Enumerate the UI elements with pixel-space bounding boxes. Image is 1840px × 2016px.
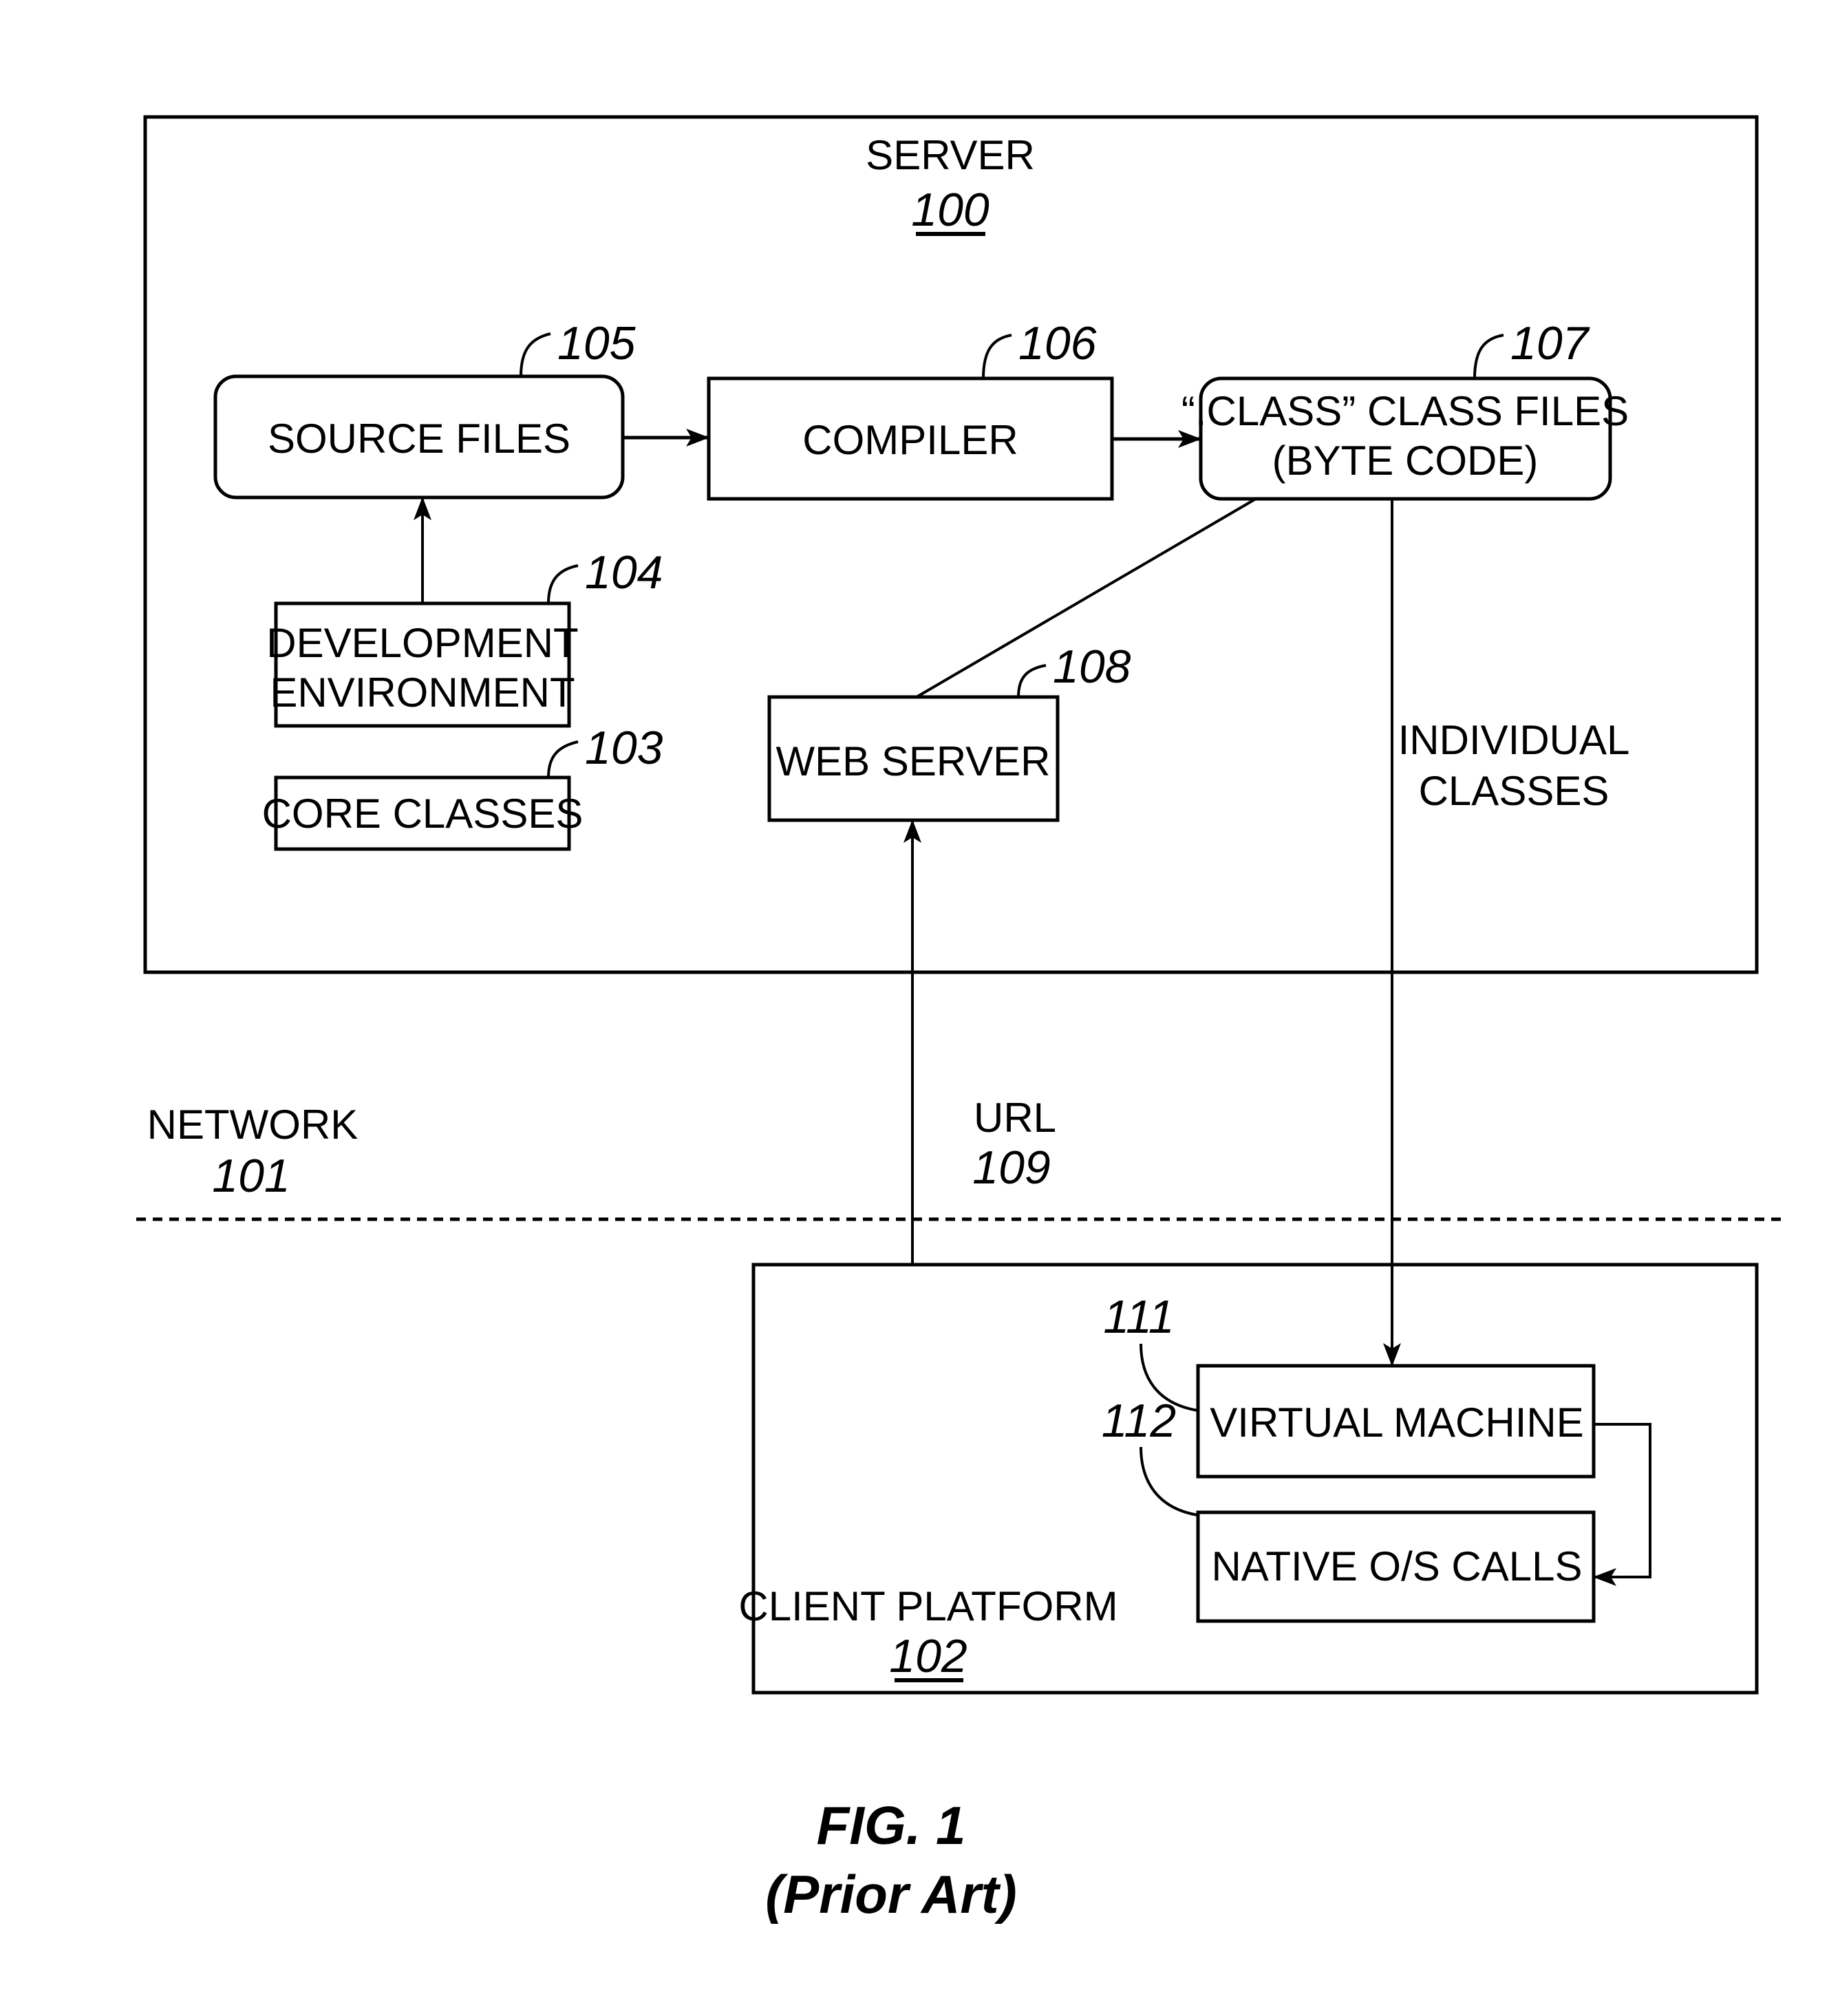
server-title: SERVER xyxy=(866,132,1035,178)
core-classes-leader xyxy=(547,740,579,778)
web-server-ref: 108 xyxy=(1053,641,1131,693)
client-platform-container: CLIENT PLATFORM 102 xyxy=(738,1263,1759,1695)
network-label: NETWORK xyxy=(147,1102,359,1148)
compiler-ref: 106 xyxy=(1018,317,1097,369)
class-files-leader xyxy=(1473,334,1504,379)
figure-subcaption: (Prior Art) xyxy=(765,1864,1016,1924)
class-files-label-line2: (BYTE CODE) xyxy=(1272,438,1539,484)
development-environment-line2: ENVIRONMENT xyxy=(270,669,575,716)
server-ref: 100 xyxy=(911,184,989,236)
virtual-machine-ref: 111 xyxy=(1103,1291,1174,1343)
client-platform-ref: 102 xyxy=(889,1630,967,1682)
development-environment-line1: DEVELOPMENT xyxy=(266,620,578,666)
source-files-block: SOURCE FILES 105 xyxy=(213,317,636,500)
native-os-calls-label: NATIVE O/S CALLS xyxy=(1211,1543,1582,1589)
url-label: URL xyxy=(974,1095,1056,1141)
web-server-leader xyxy=(1017,664,1047,698)
virtual-machine-block: VIRTUAL MACHINE 111 xyxy=(1103,1291,1596,1479)
virtual-machine-label: VIRTUAL MACHINE xyxy=(1210,1400,1583,1446)
core-classes-block: CORE CLASSES 103 xyxy=(262,722,663,851)
web-server-label: WEB SERVER xyxy=(776,738,1051,784)
native-os-calls-ref: 112 xyxy=(1102,1395,1176,1447)
web-server-block: WEB SERVER 108 xyxy=(767,641,1131,822)
development-environment-ref: 104 xyxy=(585,546,663,599)
core-classes-ref: 103 xyxy=(585,722,663,774)
source-files-label: SOURCE FILES xyxy=(268,416,570,462)
class-files-block: “.CLASS” CLASS FILES (BYTE CODE) 107 xyxy=(1181,317,1629,501)
url-ref: 109 xyxy=(972,1141,1050,1194)
compiler-leader xyxy=(982,334,1012,379)
compiler-label: COMPILER xyxy=(802,417,1018,463)
source-files-leader xyxy=(520,332,551,377)
source-files-ref: 105 xyxy=(557,317,636,369)
client-platform-title: CLIENT PLATFORM xyxy=(738,1583,1117,1629)
network-ref: 101 xyxy=(212,1150,290,1202)
figure-caption: FIG. 1 xyxy=(817,1795,966,1856)
development-environment-leader xyxy=(547,564,579,604)
patent-diagram: SERVER 100 SOURCE FILES 105 COMPILER 106… xyxy=(136,115,1782,1924)
development-environment-block: DEVELOPMENT ENVIRONMENT 104 xyxy=(266,546,663,728)
server-container: SERVER 100 xyxy=(143,115,1759,974)
arrow-vm-to-native-calls xyxy=(1593,1423,1651,1586)
compiler-block: COMPILER 106 xyxy=(707,317,1114,501)
core-classes-label: CORE CLASSES xyxy=(262,791,584,837)
native-os-calls-leader xyxy=(1140,1446,1199,1516)
individual-classes-line2: CLASSES xyxy=(1419,768,1609,814)
class-files-ref: 107 xyxy=(1510,317,1590,369)
individual-classes-line1: INDIVIDUAL xyxy=(1398,717,1630,763)
class-files-label-line1: “.CLASS” CLASS FILES xyxy=(1181,388,1629,434)
